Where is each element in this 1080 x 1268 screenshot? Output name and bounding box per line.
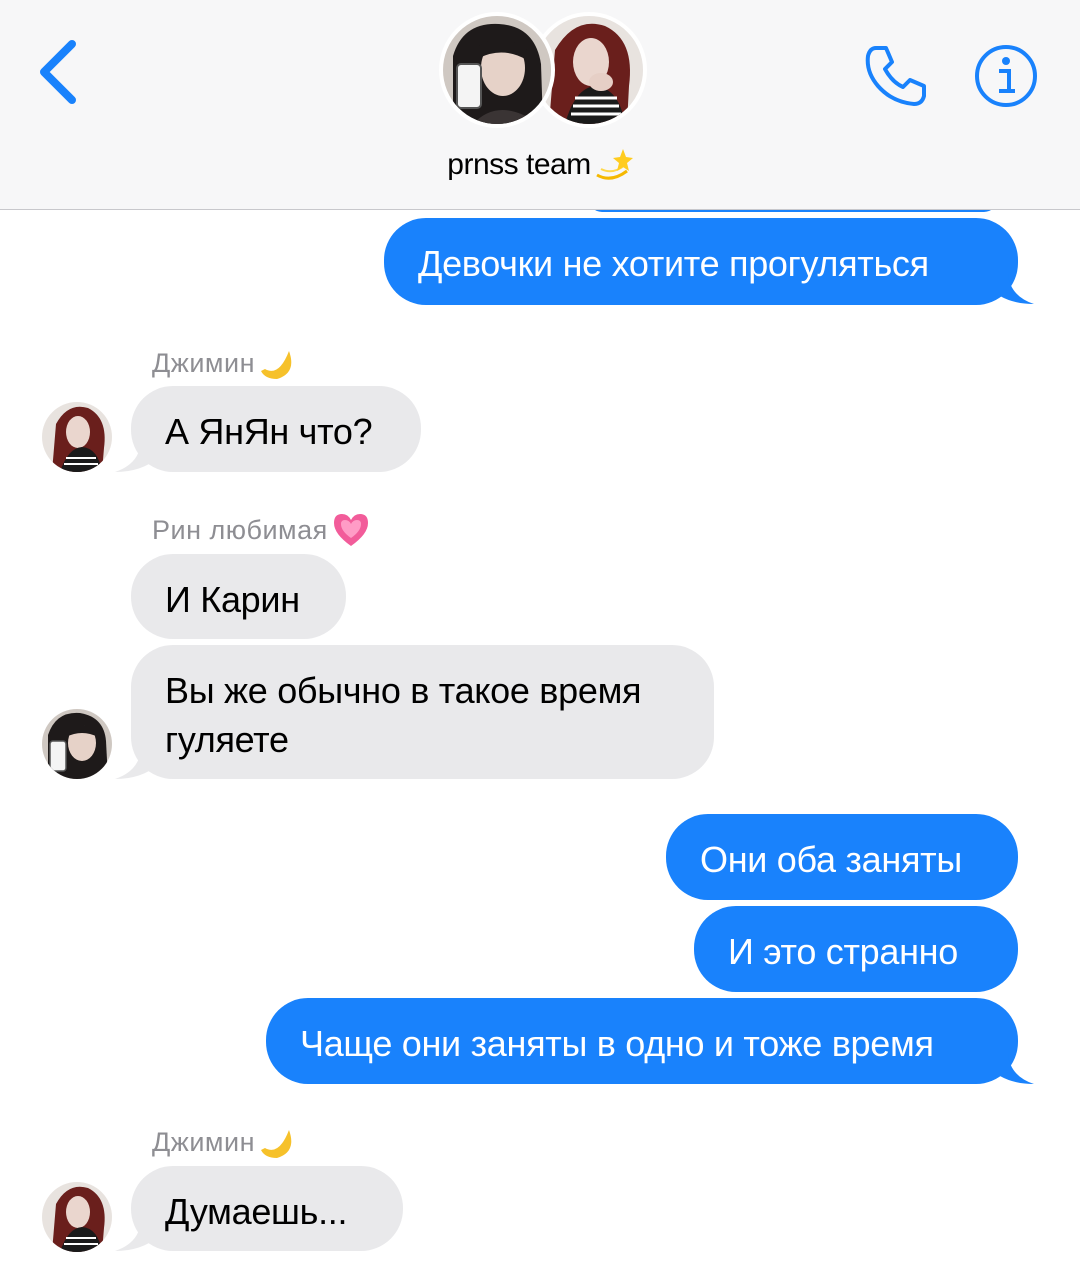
- member-avatar-1: [439, 12, 555, 128]
- crescent-moon-emoji: [260, 351, 292, 379]
- message-text: Думаешь...: [165, 1191, 348, 1232]
- incoming-message[interactable]: Думаешь...: [131, 1166, 403, 1251]
- message-text-line-1: Вы же обычно в такое время: [165, 670, 642, 711]
- sender-avatar-jimin[interactable]: [42, 1182, 112, 1252]
- call-button[interactable]: [862, 42, 930, 110]
- chat-screen: prnss team Девочки не хотите прогуляться…: [0, 0, 1080, 1268]
- incoming-message[interactable]: И Карин: [131, 554, 346, 639]
- message-text: Они оба заняты: [700, 839, 962, 880]
- sender-avatar-jimin[interactable]: [42, 402, 112, 472]
- info-icon: [975, 45, 1037, 107]
- bubble-tail: [1000, 274, 1034, 304]
- outgoing-message[interactable]: Они оба заняты: [666, 814, 1018, 900]
- message-text: А ЯнЯн что?: [165, 411, 373, 452]
- bubble-tail: [1000, 1054, 1034, 1084]
- outgoing-message[interactable]: Девочки не хотите прогуляться: [384, 218, 1018, 305]
- bubble-tail: [115, 1221, 149, 1251]
- sender-name: Рин любимая: [152, 510, 372, 550]
- chat-header: prnss team: [0, 0, 1080, 210]
- dizzy-star-emoji: [595, 149, 633, 180]
- sender-name: Джимин: [152, 1122, 297, 1162]
- message-text: Девочки не хотите прогуляться: [418, 243, 929, 284]
- incoming-message[interactable]: Вы же обычно в такое время гуляете: [131, 645, 714, 779]
- chevron-left-icon: [40, 40, 76, 104]
- message-text: И Карин: [165, 579, 300, 620]
- bubble-tail: [115, 749, 149, 779]
- incoming-message[interactable]: А ЯнЯн что?: [131, 386, 421, 472]
- phone-icon: [865, 46, 926, 106]
- group-title-text: prnss team: [447, 148, 591, 181]
- group-avatars[interactable]: [437, 10, 647, 128]
- info-button[interactable]: [973, 43, 1039, 109]
- message-text: Чаще они заняты в одно и тоже время: [300, 1023, 934, 1064]
- outgoing-message[interactable]: И это странно: [694, 906, 1018, 992]
- message-text-line-2: гуляете: [165, 719, 289, 760]
- outgoing-message[interactable]: Чаще они заняты в одно и тоже время: [266, 998, 1018, 1084]
- back-button[interactable]: [30, 36, 90, 108]
- crescent-moon-emoji: [260, 1130, 292, 1158]
- sender-name: Джимин: [152, 343, 297, 383]
- group-title[interactable]: prnss team: [0, 145, 1080, 185]
- growing-heart-emoji: [333, 514, 368, 546]
- bubble-tail: [115, 442, 149, 472]
- message-text: И это странно: [728, 931, 958, 972]
- sender-avatar-rin[interactable]: [42, 709, 112, 779]
